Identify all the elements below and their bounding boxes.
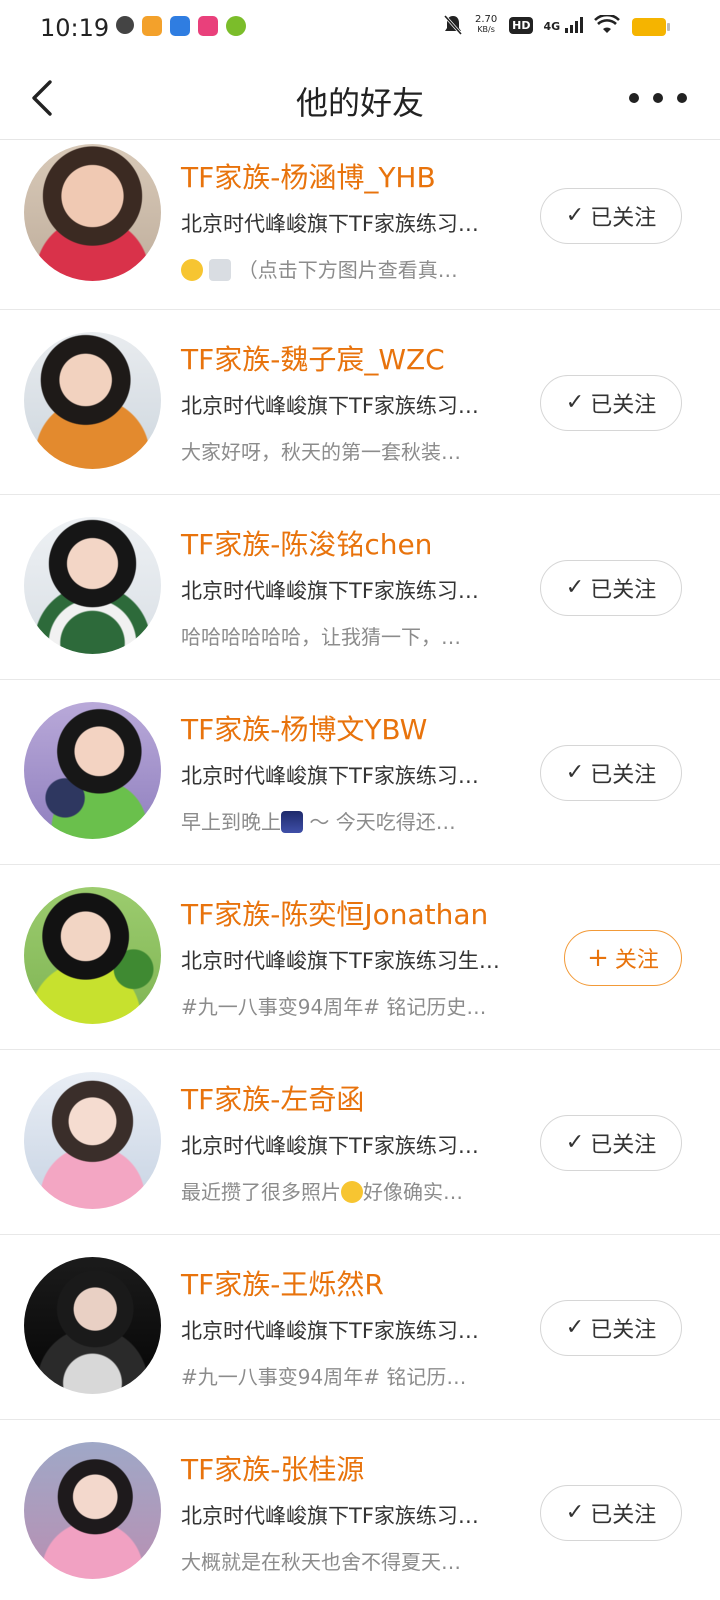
friend-list: TF家族-杨涵博_YHB 北京时代峰峻旗下TF家族练习… （点击下方图片查看真…… [0,124,720,1600]
checkmark-icon: ✓ [565,203,585,228]
friend-status: （点击下方图片查看真… [181,254,511,283]
music-notification-icon [226,16,246,36]
list-item[interactable]: TF家族-陈奕恒Jonathan 北京时代峰峻旗下TF家族练习生… #九一八事变… [0,865,720,1050]
friend-description: 北京时代峰峻旗下TF家族练习… [181,764,479,788]
system-status-icons: 2.70 KB/s HD 4G [443,14,620,36]
follow-button-label: 关注 [614,948,659,973]
page-title: 他的好友 [295,84,424,122]
friend-status-tail: 好像确实… [363,1180,463,1204]
friend-name[interactable]: TF家族-王烁然R [181,1263,384,1303]
friend-status-text: 早上到晚上 [181,810,281,834]
friend-name[interactable]: TF家族-陈浚铭chen [181,523,432,563]
avatar[interactable] [24,517,161,654]
friend-status: 早上到晚上 ～ 今天吃得还… [181,806,511,835]
friend-description: 北京时代峰峻旗下TF家族练习… [181,1134,479,1158]
follow-button-label: 已关注 [590,1318,657,1343]
friend-status: 最近攒了很多照片 好像确实… [181,1176,511,1205]
following-button[interactable]: ✓ 已关注 [540,1485,682,1541]
checkmark-icon: ✓ [565,575,585,600]
list-item[interactable]: TF家族-王烁然R 北京时代峰峻旗下TF家族练习… #九一八事变94周年# 铭记… [0,1235,720,1420]
friend-name[interactable]: TF家族-杨博文YBW [181,708,427,748]
video-notification-icon [198,16,218,36]
follow-button-label: 已关注 [590,1133,657,1158]
friend-status: 大家好呀，秋天的第一套秋装… [181,440,461,464]
signal-bars-icon [565,17,583,33]
avatar[interactable] [24,1257,161,1394]
friend-description: 北京时代峰峻旗下TF家族练习… [181,212,479,236]
avatar[interactable] [24,144,161,281]
friend-description: 北京时代峰峻旗下TF家族练习… [181,394,479,418]
avatar[interactable] [24,887,161,1024]
friend-status: 哈哈哈哈哈哈，让我猜一下，… [181,625,461,649]
following-button[interactable]: ✓ 已关注 [540,745,682,801]
checkmark-icon: ✓ [565,1315,585,1340]
friend-status: #九一八事变94周年# 铭记历史… [181,995,487,1019]
checkmark-icon: ✓ [565,390,585,415]
list-item[interactable]: TF家族-陈浚铭chen 北京时代峰峻旗下TF家族练习… 哈哈哈哈哈哈，让我猜一… [0,495,720,680]
follow-button-label: 已关注 [590,1503,657,1528]
checkmark-icon: ✓ [565,1500,585,1525]
friend-status: 大概就是在秋天也舍不得夏天… [181,1550,461,1574]
list-item[interactable]: TF家族-杨博文YBW 北京时代峰峻旗下TF家族练习… 早上到晚上 ～ 今天吃得… [0,680,720,865]
following-button[interactable]: ✓ 已关注 [540,560,682,616]
weibo-notification-icon [142,16,162,36]
friend-description: 北京时代峰峻旗下TF家族练习… [181,1319,479,1343]
image-emoji-icon [209,259,232,281]
mute-icon [444,15,463,35]
more-options-icon[interactable] [626,86,690,110]
plus-icon: + [587,943,609,973]
follow-button[interactable]: + 关注 [564,930,682,986]
friend-description: 北京时代峰峻旗下TF家族练习… [181,579,479,603]
checkmark-icon: ✓ [565,1130,585,1155]
friend-status-text: （点击下方图片查看真… [237,258,458,282]
zhuanzhuan-notification-icon [170,16,190,36]
wifi-icon [594,15,620,33]
battery-icon [632,18,670,36]
friend-name[interactable]: TF家族-张桂源 [181,1448,364,1488]
hd-badge: HD [509,16,534,34]
friend-name[interactable]: TF家族-杨涵博_YHB [181,156,436,196]
net-speed-value: 2.70 [474,14,498,25]
friend-name[interactable]: TF家族-左奇函 [181,1078,364,1118]
avatar[interactable] [24,1442,161,1579]
friend-description: 北京时代峰峻旗下TF家族练习… [181,1504,479,1528]
friend-status: #九一八事变94周年# 铭记历… [181,1365,467,1389]
speechless-emoji-icon [181,259,203,281]
checkmark-icon: ✓ [565,760,585,785]
follow-button-label: 已关注 [590,578,657,603]
list-item[interactable]: TF家族-张桂源 北京时代峰峻旗下TF家族练习… 大概就是在秋天也舍不得夏天… … [0,1420,720,1600]
follow-button-label: 已关注 [590,206,657,231]
friend-status-tail: ～ 今天吃得还… [309,810,456,834]
avatar[interactable] [24,1072,161,1209]
net-speed-unit: KB/s [477,25,495,34]
following-button[interactable]: ✓ 已关注 [540,375,682,431]
following-button[interactable]: ✓ 已关注 [540,1300,682,1356]
list-item[interactable]: TF家族-左奇函 北京时代峰峻旗下TF家族练习… 最近攒了很多照片 好像确实… ✓… [0,1050,720,1235]
follow-button-label: 已关注 [590,393,657,418]
friend-status-text: 最近攒了很多照片 [181,1180,341,1204]
friend-name[interactable]: TF家族-魏子宸_WZC [181,338,445,378]
list-item[interactable]: TF家族-魏子宸_WZC 北京时代峰峻旗下TF家族练习… 大家好呀，秋天的第一套… [0,310,720,495]
status-time: 10:19 [40,14,110,42]
following-button[interactable]: ✓ 已关注 [540,1115,682,1171]
avatar[interactable] [24,332,161,469]
avatar[interactable] [24,702,161,839]
notification-icons [116,16,246,36]
follow-button-label: 已关注 [590,763,657,788]
friend-name[interactable]: TF家族-陈奕恒Jonathan [181,893,488,933]
signal-icon: 4G [543,17,584,33]
app-notification-icon [116,16,134,34]
night-city-emoji-icon [281,811,303,833]
status-bar: 10:19 2.70 KB/s HD 4G [0,0,720,56]
grin-emoji-icon [341,1181,363,1203]
net-speed: 2.70 KB/s [473,15,499,35]
network-type: 4G [543,20,561,33]
following-button[interactable]: ✓ 已关注 [540,188,682,244]
friend-description: 北京时代峰峻旗下TF家族练习生… [181,949,500,973]
list-item[interactable]: TF家族-杨涵博_YHB 北京时代峰峻旗下TF家族练习… （点击下方图片查看真…… [0,124,720,310]
